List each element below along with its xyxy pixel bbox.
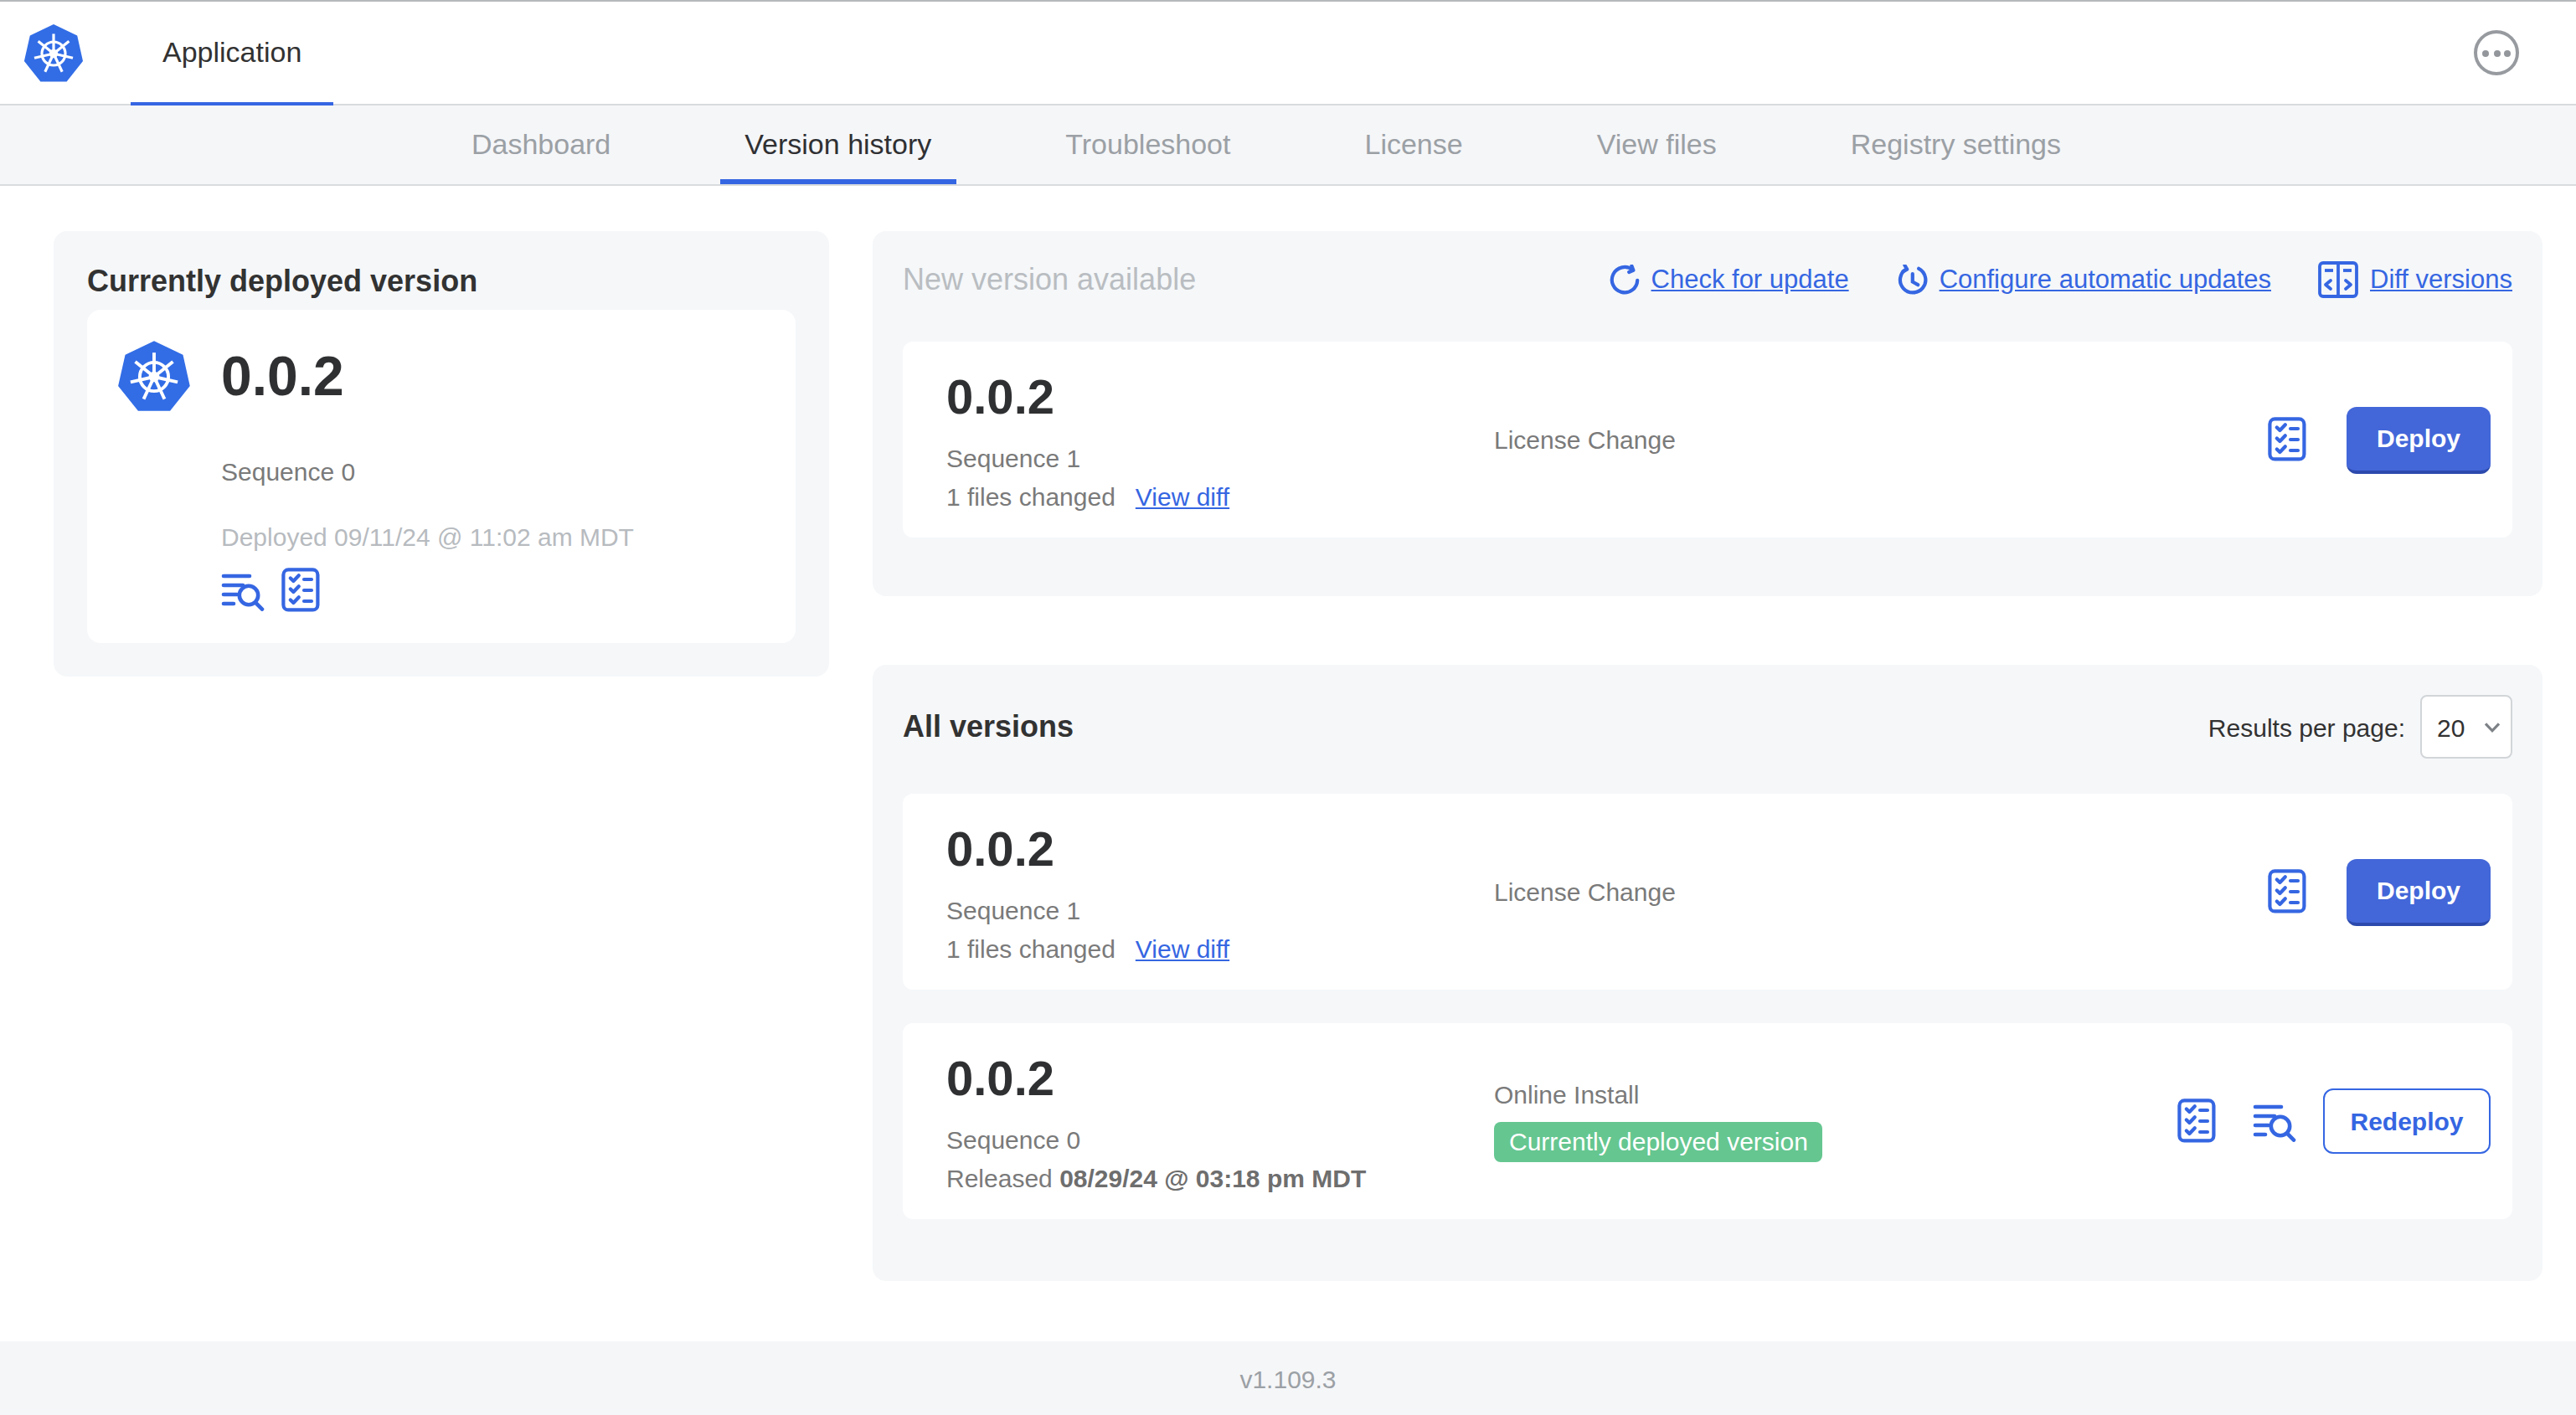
version-sequence: Sequence 0 — [946, 1124, 1494, 1153]
view-diff-link[interactable]: View diff — [1136, 481, 1229, 510]
preflight-checks-icon[interactable] — [2268, 869, 2306, 914]
deployed-date: Deployed 09/11/24 @ 11:02 am MDT — [221, 522, 765, 551]
deployed-version-number: 0.0.2 — [221, 345, 344, 409]
version-row: 0.0.2 Sequence 1 1 files changed View di… — [903, 794, 2512, 990]
tab-dashboard[interactable]: Dashboard — [404, 105, 677, 184]
preflight-checks-icon[interactable] — [2177, 1099, 2216, 1144]
version-number: 0.0.2 — [946, 1051, 1494, 1106]
tab-view-files[interactable]: View files — [1530, 105, 1784, 184]
schedule-icon — [1896, 264, 1928, 296]
released-label: Released — [946, 1163, 1053, 1191]
configure-automatic-updates-link[interactable]: Configure automatic updates — [1896, 264, 2271, 296]
currently-deployed-badge: Currently deployed version — [1494, 1122, 1823, 1162]
version-source: License Change — [1494, 877, 2268, 906]
tab-registry-settings[interactable]: Registry settings — [1784, 105, 2128, 184]
tab-application[interactable]: Application — [131, 2, 333, 104]
release-notes-icon[interactable] — [2253, 1101, 2296, 1141]
version-sequence: Sequence 1 — [946, 443, 1494, 471]
redeploy-button[interactable]: Redeploy — [2323, 1088, 2491, 1154]
active-tab-underline — [131, 101, 333, 105]
version-number: 0.0.2 — [946, 369, 1494, 424]
main-content: Currently deployed version 0.0.2 Sequenc… — [0, 186, 2576, 1281]
version-source: Online Install — [1494, 1080, 2177, 1109]
deploy-button[interactable]: Deploy — [2347, 858, 2491, 925]
app-title: Application — [162, 36, 301, 69]
section-nav: Dashboard Version history Troubleshoot L… — [0, 105, 2576, 186]
view-diff-link[interactable]: View diff — [1136, 934, 1229, 962]
released-date: 08/29/24 @ 03:18 pm MDT — [1059, 1163, 1366, 1191]
check-for-update-link[interactable]: Check for update — [1608, 264, 1849, 296]
all-versions-title: All versions — [903, 709, 1074, 744]
new-version-row: 0.0.2 Sequence 1 1 files changed View di… — [903, 342, 2512, 538]
content-spacer — [0, 1281, 2576, 1341]
refresh-icon — [1608, 264, 1640, 296]
footer: v1.109.3 — [0, 1341, 2576, 1415]
files-changed: 1 files changed — [946, 481, 1115, 510]
currently-deployed-card: Currently deployed version 0.0.2 Sequenc… — [54, 231, 829, 677]
version-row: 0.0.2 Sequence 0 Released 08/29/24 @ 03:… — [903, 1023, 2512, 1219]
version-number: 0.0.2 — [946, 821, 1494, 877]
tab-license[interactable]: License — [1298, 105, 1530, 184]
new-version-title: New version available — [903, 262, 1196, 297]
diff-versions-link[interactable]: Diff versions — [2318, 261, 2512, 298]
diff-icon — [2318, 261, 2358, 298]
preflight-checks-icon[interactable] — [2268, 417, 2306, 462]
chevron-down-icon — [2484, 722, 2501, 733]
deployed-sequence: Sequence 0 — [221, 457, 765, 486]
overflow-menu-button[interactable] — [2474, 30, 2519, 75]
preflight-checks-icon[interactable] — [281, 568, 320, 620]
top-bar: Application — [0, 0, 2576, 105]
files-changed: 1 files changed — [946, 934, 1115, 962]
version-sequence: Sequence 1 — [946, 895, 1494, 924]
console-version: v1.109.3 — [1239, 1364, 1336, 1392]
kubernetes-logo-icon — [23, 23, 84, 83]
tab-version-history[interactable]: Version history — [677, 105, 998, 184]
app-logo — [0, 2, 84, 104]
results-per-page-select[interactable]: 20 — [2420, 695, 2512, 759]
deployed-card-title: Currently deployed version — [87, 265, 796, 300]
all-versions-card: All versions Results per page: 20 0.0.2 … — [873, 665, 2543, 1281]
tab-troubleshoot[interactable]: Troubleshoot — [998, 105, 1297, 184]
kubernetes-app-icon — [117, 340, 191, 414]
release-notes-icon[interactable] — [221, 570, 265, 617]
new-version-card: New version available Check for update C… — [873, 231, 2543, 596]
results-per-page-label: Results per page: — [2208, 713, 2405, 741]
deployed-version-panel: 0.0.2 Sequence 0 Deployed 09/11/24 @ 11:… — [87, 310, 796, 643]
version-source: License Change — [1494, 425, 2268, 454]
deploy-button[interactable]: Deploy — [2347, 406, 2491, 473]
